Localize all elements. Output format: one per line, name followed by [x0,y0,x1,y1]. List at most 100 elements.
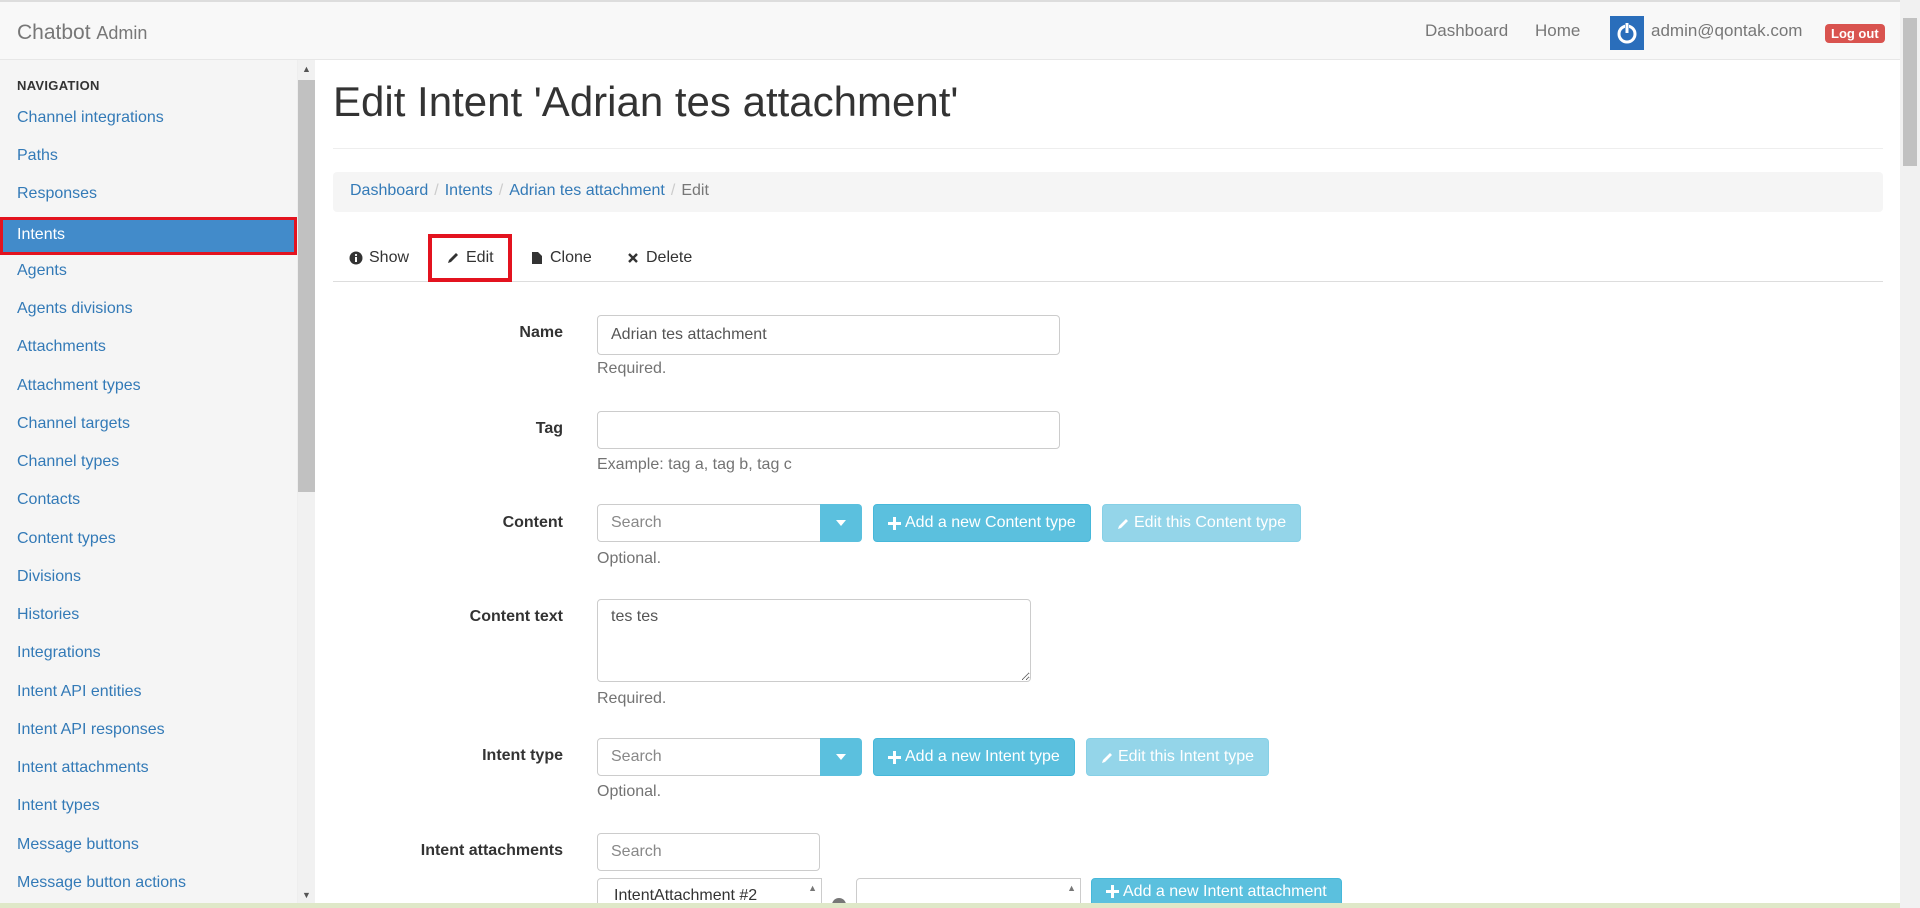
sidebar-scrollbar[interactable]: ▲ ▼ [298,60,315,908]
sidebar-item-intents[interactable]: Intents [0,217,297,255]
edit-intent-type-button[interactable]: Edit this Intent type [1086,738,1270,776]
sidebar-item-message-button-actions[interactable]: Message button actions [17,874,186,892]
content-text-help: Required. [597,690,667,707]
breadcrumb-separator: / [498,182,504,199]
tab-show-label: Show [369,249,410,266]
sidebar-item-intent-api-entities[interactable]: Intent API entities [17,683,142,701]
tag-field[interactable] [597,411,1060,449]
sidebar-item-divisions[interactable]: Divisions [17,568,81,586]
sidebar-item-histories[interactable]: Histories [17,606,79,624]
power-icon [1617,23,1637,44]
intent-type-label: Intent type [482,747,563,764]
edit-content-type-label: Edit this Content type [1134,514,1287,531]
top-navbar: Chatbot Admin Dashboard Home admin@qonta… [0,0,1900,60]
breadcrumb-separator: / [434,182,439,199]
page-title: Edit Intent 'Adrian tes attachment' [333,78,959,125]
sidebar-item-intent-attachments[interactable]: Intent attachments [17,759,149,777]
sidebar-item-message-buttons[interactable]: Message buttons [17,836,139,854]
content-dropdown-button[interactable] [820,504,862,542]
breadcrumb: Dashboard / Intents / Adrian tes attachment /… [333,172,1883,212]
brand[interactable]: Chatbot Admin [17,21,147,45]
content-text-field[interactable]: tes tes [597,599,1031,682]
logout-button[interactable]: Log out [1825,24,1885,43]
scroll-down-arrow-icon[interactable]: ▼ [302,890,311,900]
edit-intent-type-label: Edit this Intent type [1118,748,1255,765]
tab-clone-label: Clone [550,249,592,266]
tab-edit[interactable]: Edit [428,234,512,282]
file-icon [532,252,542,264]
pencil-icon [448,253,458,263]
pencil-icon [1102,752,1112,763]
nav-dashboard-link[interactable]: Dashboard [1425,21,1508,41]
breadcrumb-separator: / [670,182,676,199]
nav-home-link[interactable]: Home [1535,21,1580,41]
user-email[interactable]: admin@qontak.com [1651,21,1802,41]
sidebar-item-agents-divisions[interactable]: Agents divisions [17,300,133,318]
scroll-up-arrow-icon[interactable]: ▲ [302,64,311,74]
brand-name: Chatbot [17,21,91,44]
title-divider [333,148,1883,149]
times-icon [628,253,638,263]
breadcrumb-record[interactable]: Adrian tes attachment [509,182,665,199]
name-label: Name [519,324,563,341]
content-text-label: Content text [469,608,563,625]
sidebar-item-contacts[interactable]: Contacts [17,491,80,509]
content-help: Optional. [597,550,662,567]
pencil-icon [1118,518,1128,529]
plus-icon [888,750,901,764]
breadcrumb-dashboard[interactable]: Dashboard [350,182,428,199]
add-content-type-button[interactable]: Add a new Content type [873,504,1091,542]
intent-type-search-input[interactable] [597,738,821,776]
content-search-input[interactable] [597,504,821,542]
sidebar-item-channel-targets[interactable]: Channel targets [17,415,130,433]
caret-down-icon [836,754,846,760]
content-label: Content [502,514,563,531]
tab-clone[interactable]: Clone [514,234,608,282]
main-scroll-thumb[interactable] [1903,18,1917,166]
sidebar-item-paths[interactable]: Paths [17,147,58,165]
main-scrollbar[interactable] [1900,0,1920,908]
caret-down-icon [836,520,846,526]
sidebar-item-intent-types[interactable]: Intent types [17,797,100,815]
info-circle-icon [349,251,363,265]
add-intent-type-button[interactable]: Add a new Intent type [873,738,1075,776]
sidebar-item-intent-api-responses[interactable]: Intent API responses [17,721,165,739]
intent-type-dropdown-button[interactable] [820,738,862,776]
sidebar-item-integrations[interactable]: Integrations [17,644,101,662]
list-scroll-up-icon[interactable]: ▲ [808,883,817,893]
intent-attachments-search-input[interactable] [597,833,820,871]
sidebar-item-attachments[interactable]: Attachments [17,338,106,356]
breadcrumb-current: Edit [681,182,709,199]
bottom-strip [0,903,1900,908]
add-intent-type-label: Add a new Intent type [905,748,1060,765]
tag-label: Tag [535,420,563,437]
nav-header: NAVIGATION [17,78,100,93]
sidebar-item-content-types[interactable]: Content types [17,530,116,548]
tag-help: Example: tag a, tag b, tag c [597,456,792,473]
intent-attachments-label: Intent attachments [420,842,563,859]
tab-delete-label: Delete [646,249,693,266]
sidebar-item-attachment-types[interactable]: Attachment types [17,377,141,395]
tab-delete[interactable]: Delete [610,234,708,282]
sidebar-item-agents[interactable]: Agents [17,262,67,280]
list-scroll-up-icon[interactable]: ▲ [1067,883,1076,893]
sidebar-scroll-thumb[interactable] [298,80,315,492]
plus-icon [888,516,901,530]
plus-icon [1106,885,1119,898]
name-help: Required. [597,360,667,377]
add-content-type-label: Add a new Content type [905,514,1076,531]
action-tabs: Show Edit Clone Delete [333,234,1883,282]
add-intent-attachment-label: Add a new Intent attachment [1123,882,1327,900]
edit-content-type-button[interactable]: Edit this Content type [1102,504,1302,542]
tab-show[interactable]: Show [333,234,425,282]
brand-sub: Admin [96,23,148,43]
sidebar-item-responses[interactable]: Responses [17,185,97,203]
sidebar-item-channel-integrations[interactable]: Channel integrations [17,109,164,127]
intent-type-help: Optional. [597,783,662,800]
sidebar: NAVIGATION Channel integrations Paths Re… [0,60,298,908]
name-field[interactable] [597,315,1060,355]
tab-edit-label: Edit [466,249,494,266]
user-avatar[interactable] [1610,16,1644,50]
breadcrumb-intents[interactable]: Intents [445,182,493,199]
sidebar-item-channel-types[interactable]: Channel types [17,453,119,471]
